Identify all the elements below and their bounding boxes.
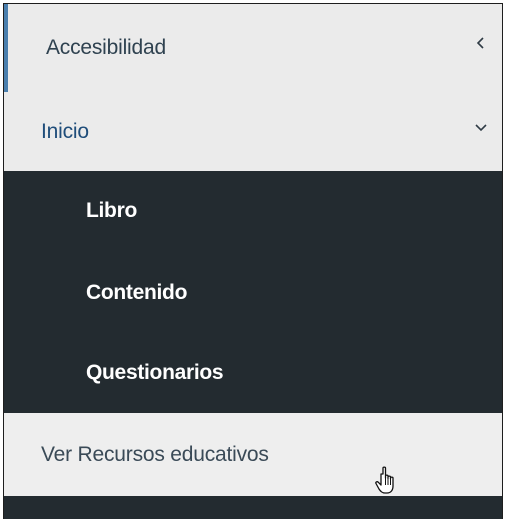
hand-pointer-icon [375, 466, 394, 494]
menu-item-inicio[interactable]: Inicio [4, 92, 502, 171]
submenu-item-questionarios[interactable]: Questionarios [4, 333, 502, 413]
menu-item-label: Ver Recursos educativos [41, 442, 269, 466]
menu-item-label: Inicio [41, 119, 89, 143]
menu-item-accesibilidad[interactable]: Accesibilidad [4, 4, 502, 92]
chevron-left-icon [476, 37, 484, 49]
sidebar-menu: Accesibilidad Inicio Libro Contenido Que… [3, 3, 503, 519]
submenu-item-libro[interactable]: Libro [4, 171, 502, 251]
submenu-item-label: Questionarios [86, 361, 224, 384]
submenu-inicio: Libro Contenido Questionarios [4, 171, 502, 413]
menu-item-label: Accesibilidad [46, 36, 166, 59]
menu-item-ver-recursos-educativos[interactable]: Ver Recursos educativos [4, 413, 502, 496]
submenu-item-label: Contenido [86, 281, 188, 304]
submenu-item-contenido[interactable]: Contenido [4, 253, 502, 333]
submenu-item-label: Libro [86, 199, 137, 222]
chevron-down-icon [475, 124, 487, 132]
menu-item-next[interactable] [4, 496, 502, 519]
